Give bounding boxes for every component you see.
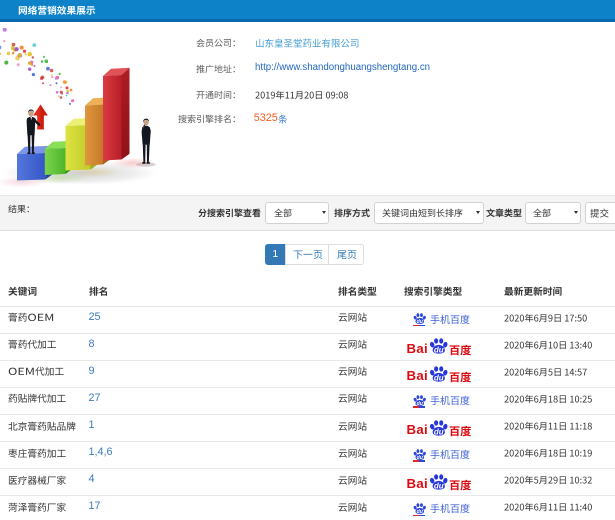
svg-text:du: du	[416, 319, 423, 324]
svg-text:du: du	[416, 509, 423, 514]
svg-text:du: du	[433, 373, 443, 381]
svg-text:du: du	[416, 455, 423, 460]
svg-text:du: du	[433, 481, 443, 489]
svg-text:du: du	[416, 401, 423, 406]
svg-text:du: du	[433, 427, 443, 435]
svg-text:du: du	[433, 346, 443, 354]
